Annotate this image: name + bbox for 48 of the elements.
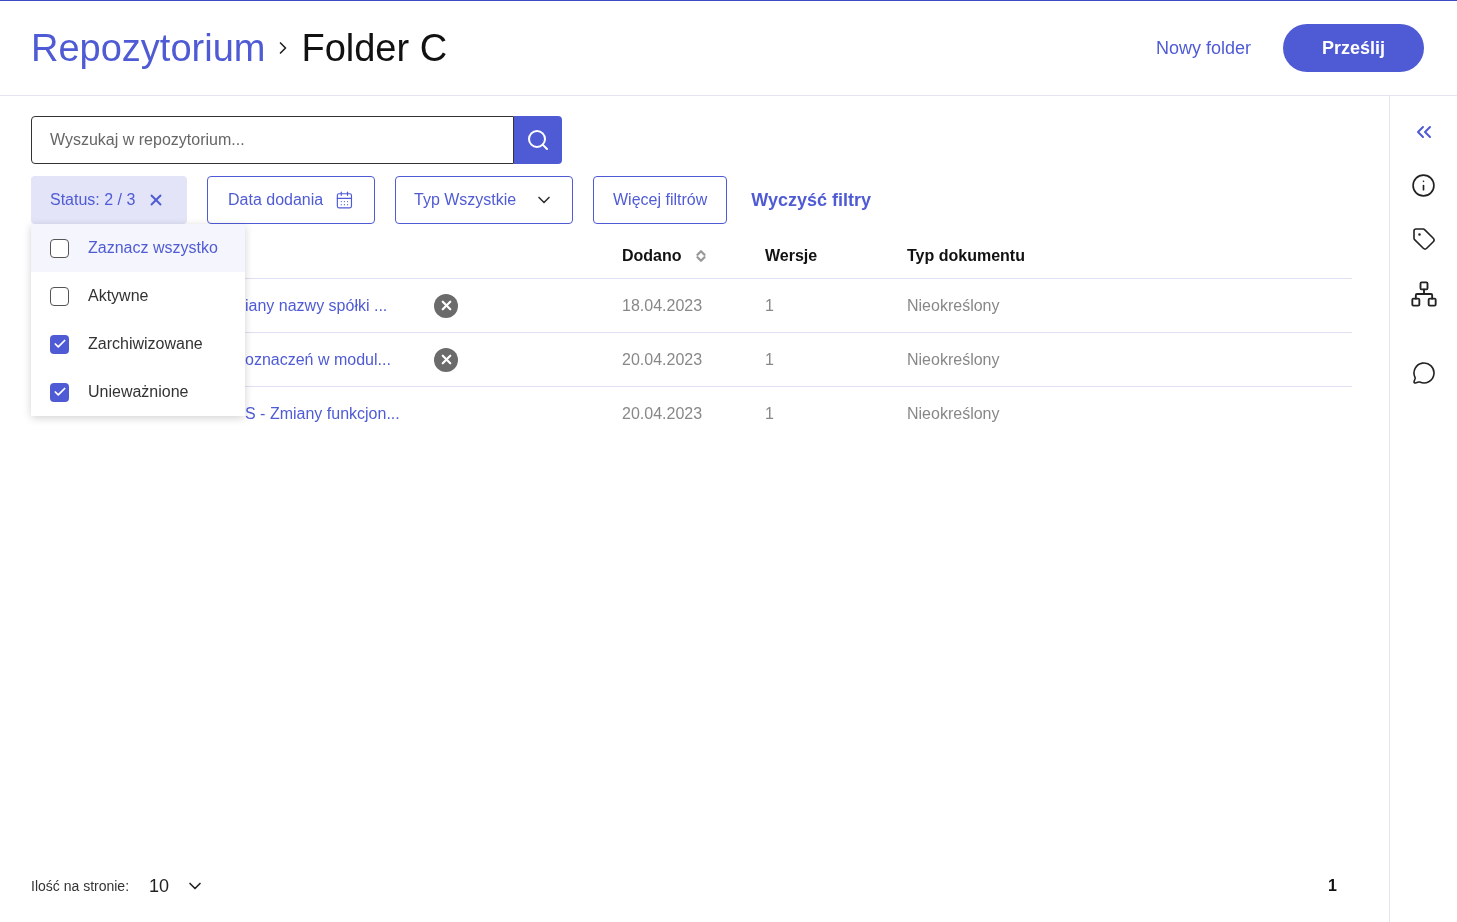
version-cell: 1 [765, 296, 774, 314]
search-field[interactable]: Wyszukaj w repozytorium... [31, 116, 514, 164]
checkbox[interactable] [50, 382, 69, 402]
column-header: Wersje [765, 245, 818, 266]
search-icon [526, 128, 550, 152]
breadcrumb-link[interactable]: Repozytorium [31, 19, 266, 77]
per-page-label: Ilość na stronie: [31, 877, 130, 896]
page-title: Folder C [301, 25, 448, 71]
option-label: Aktywne [88, 286, 149, 306]
checkbox[interactable] [50, 334, 69, 354]
date-cell: 18.04.2023 [622, 296, 703, 314]
option-label: Zarchiwizowane [88, 334, 203, 354]
checkbox[interactable] [50, 238, 69, 258]
type-filter[interactable]: Typ Wszystkie [395, 176, 573, 224]
version-cell: 1 [765, 350, 774, 368]
document-link[interactable]: oznaczeń w modul... [245, 350, 391, 368]
status-option[interactable]: Aktywne [31, 272, 245, 320]
new-folder-link[interactable]: Nowy folder [1155, 34, 1251, 62]
version-cell: 1 [765, 405, 774, 422]
status-option[interactable]: Zarchiwizowane [31, 320, 245, 368]
comment-icon[interactable] [1411, 361, 1436, 385]
info-icon[interactable] [1411, 173, 1436, 198]
option-label: Zaznacz wszystko [88, 238, 218, 258]
status-option[interactable]: Unieważnione [31, 368, 245, 416]
more-filters-button[interactable]: Więcej filtrów [593, 176, 728, 224]
date-cell: 20.04.2023 [622, 405, 703, 422]
document-link[interactable]: iany nazwy spółki ... [245, 296, 388, 314]
type-cell: Nieokreślony [907, 405, 1000, 422]
column-header[interactable]: Dodano [622, 243, 682, 268]
date-cell: 20.04.2023 [622, 350, 703, 368]
check-icon [52, 385, 67, 399]
option-label: Unieważnione [88, 382, 189, 402]
checkbox[interactable] [50, 286, 69, 306]
status-option[interactable]: Zaznacz wszystko [31, 224, 245, 272]
per-page-select[interactable]: 10 [149, 872, 206, 900]
clear-filters-link[interactable]: Wyczyść filtry [751, 186, 871, 214]
type-cell: Nieokreślony [907, 350, 1000, 368]
page-button[interactable]: 1 [1328, 874, 1337, 898]
upload-button[interactable]: Prześlij [1283, 24, 1424, 72]
column-header: Typ dokumentu [907, 245, 1025, 266]
check-icon [52, 337, 67, 351]
status-filter[interactable]: Status: 2 / 3 [31, 176, 187, 224]
document-link[interactable]: S - Zmiany funkcjon... [245, 405, 400, 422]
hierarchy-icon[interactable] [1409, 280, 1438, 308]
type-cell: Nieokreślony [907, 296, 1000, 314]
date-filter[interactable]: Data dodania [207, 176, 375, 224]
search-button[interactable] [514, 116, 562, 164]
tag-icon[interactable] [1411, 227, 1436, 251]
